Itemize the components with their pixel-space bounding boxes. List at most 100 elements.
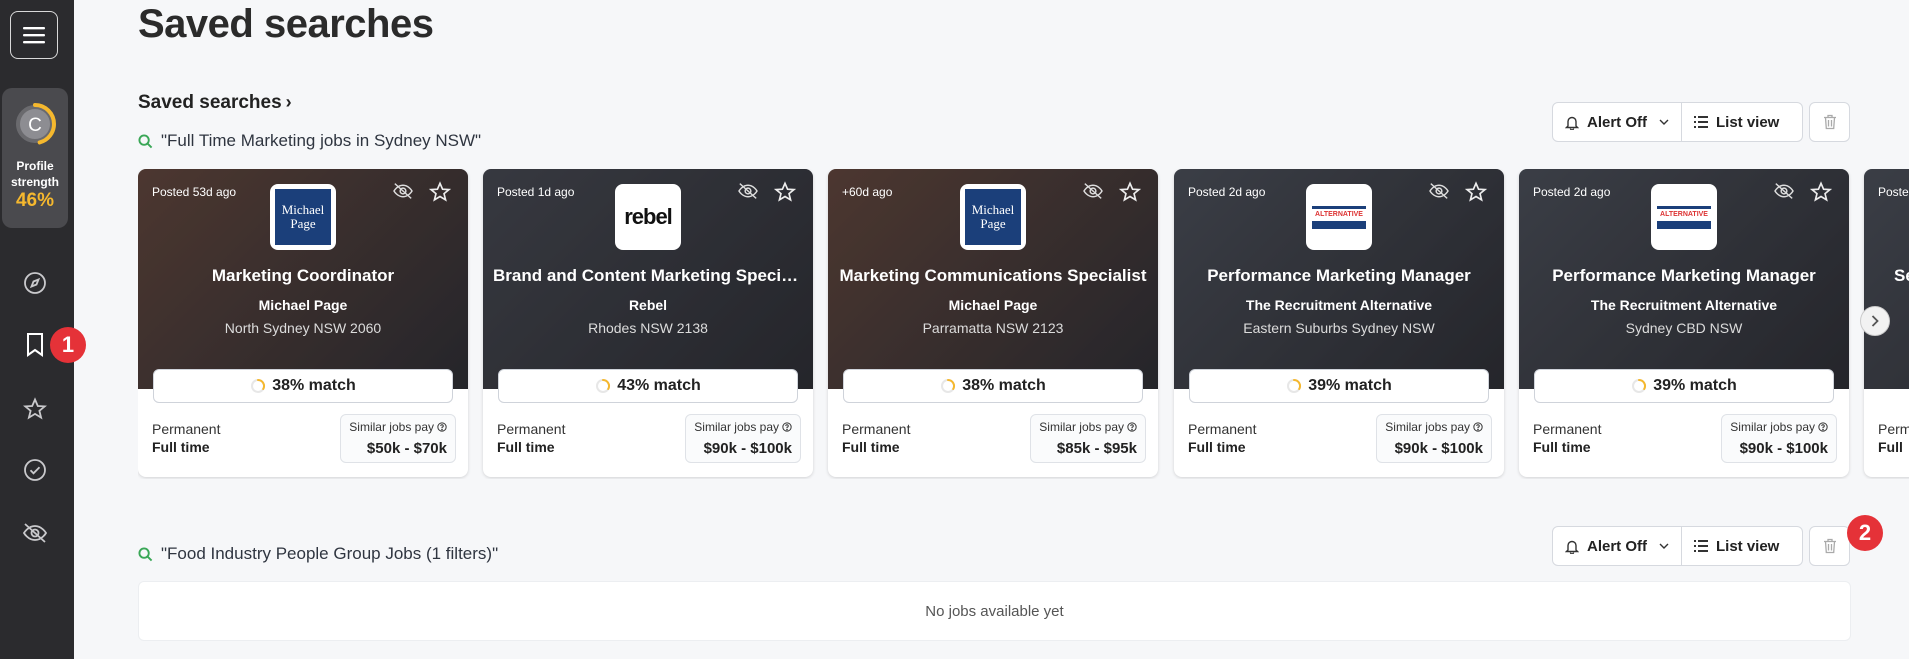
list-view-button[interactable]: List view bbox=[1682, 526, 1803, 566]
search-1-controls: Alert Off List view bbox=[1552, 102, 1850, 142]
match-spinner-icon bbox=[596, 379, 611, 393]
delete-search-button[interactable] bbox=[1809, 526, 1850, 566]
alert-toggle-dropdown[interactable]: Alert Off bbox=[1552, 102, 1682, 142]
save-job-button[interactable] bbox=[428, 181, 452, 208]
match-badge: 39% match bbox=[1534, 369, 1834, 403]
company-logo: ALTERNATIVE bbox=[1306, 184, 1372, 250]
work-type: Permanent bbox=[842, 421, 911, 437]
eye-off-icon bbox=[1083, 183, 1103, 199]
hide-job-button[interactable] bbox=[392, 182, 414, 205]
match-badge: 39% match bbox=[1189, 369, 1489, 403]
pay-range: $90k - $100k bbox=[1394, 440, 1483, 457]
search-icon bbox=[138, 546, 153, 561]
bell-icon bbox=[1565, 116, 1579, 130]
eye-off-icon bbox=[1429, 183, 1449, 199]
work-time: Full bbox=[1878, 439, 1903, 455]
saved-searches-link[interactable]: Saved searches › bbox=[138, 92, 292, 114]
search-icon bbox=[138, 133, 153, 148]
company-logo-mark: rebel bbox=[624, 204, 673, 229]
save-job-button[interactable] bbox=[773, 181, 797, 208]
work-type: Permanent bbox=[1188, 421, 1257, 437]
eye-off-icon bbox=[1774, 183, 1794, 199]
similar-jobs-pay[interactable]: Similar jobs pay $85k - $95k bbox=[1030, 414, 1146, 463]
help-icon bbox=[1127, 422, 1137, 432]
match-badge: 38% match bbox=[153, 369, 453, 403]
hide-job-button[interactable] bbox=[1773, 182, 1795, 205]
list-view-button[interactable]: List view bbox=[1682, 102, 1803, 142]
check-circle-icon bbox=[24, 459, 46, 481]
menu-button[interactable] bbox=[10, 11, 58, 59]
eye-off-icon bbox=[738, 183, 758, 199]
nav-hidden[interactable] bbox=[20, 518, 50, 548]
match-spinner-icon bbox=[1632, 379, 1647, 393]
job-title[interactable]: Marketing Communications Specialist bbox=[828, 266, 1158, 286]
save-job-button[interactable] bbox=[1118, 181, 1142, 208]
help-icon bbox=[1473, 422, 1483, 432]
hide-job-button[interactable] bbox=[1082, 182, 1104, 205]
company-logo-mark: Michael Page bbox=[965, 189, 1021, 245]
eye-off-icon bbox=[22, 523, 48, 543]
profile-strength-label: Profile strength bbox=[11, 159, 59, 189]
job-title[interactable]: Performance Marketing Manager bbox=[1519, 266, 1849, 286]
similar-jobs-pay[interactable]: Similar jobs pay $90k - $100k bbox=[685, 414, 801, 463]
pay-range: $50k - $70k bbox=[366, 440, 447, 457]
profile-strength-percent: 46% bbox=[15, 190, 55, 211]
search-query-1[interactable]: "Full Time Marketing jobs in Sydney NSW" bbox=[138, 131, 481, 151]
alert-toggle-dropdown[interactable]: Alert Off bbox=[1552, 526, 1682, 566]
job-card[interactable]: Posted 2d ago ALTERNATIVE Performance Mark… bbox=[1174, 169, 1504, 477]
star-icon bbox=[1464, 181, 1488, 202]
posted-date: Poste bbox=[1878, 185, 1909, 199]
job-title[interactable]: Se bbox=[1864, 266, 1909, 286]
job-card[interactable]: Posted 2d ago ALTERNATIVE Performance Mark… bbox=[1519, 169, 1849, 477]
carousel-next-button[interactable] bbox=[1860, 306, 1890, 336]
help-icon bbox=[782, 422, 792, 432]
save-job-button[interactable] bbox=[1809, 181, 1833, 208]
job-title[interactable]: Performance Marketing Manager bbox=[1174, 266, 1504, 286]
similar-jobs-pay[interactable]: Similar jobs pay $90k - $100k bbox=[1376, 414, 1492, 463]
pay-range: $85k - $95k bbox=[1056, 440, 1137, 457]
save-job-button[interactable] bbox=[1464, 181, 1488, 208]
similar-jobs-pay[interactable]: Similar jobs pay $90k - $100k bbox=[1721, 414, 1837, 463]
company-logo: Michael Page bbox=[960, 184, 1026, 250]
posted-date: +60d ago bbox=[842, 185, 893, 199]
nav-saved-jobs[interactable] bbox=[20, 394, 50, 424]
job-title[interactable]: Marketing Coordinator bbox=[138, 266, 468, 286]
job-location: North Sydney NSW 2060 bbox=[224, 320, 382, 336]
step-badge-2: 2 bbox=[1847, 515, 1883, 551]
chevron-down-icon bbox=[1659, 119, 1669, 125]
job-location: Parramatta NSW 2123 bbox=[922, 320, 1064, 336]
company-name: Michael Page bbox=[258, 297, 348, 313]
nav-explore[interactable] bbox=[20, 268, 50, 298]
work-type: Permanent bbox=[497, 421, 566, 437]
delete-search-button[interactable] bbox=[1809, 102, 1850, 142]
hide-job-button[interactable] bbox=[1428, 182, 1450, 205]
sidebar: C Profile strength 46% 1 bbox=[0, 0, 86, 659]
company-logo: ALTERNATIVE bbox=[1651, 184, 1717, 250]
trash-icon bbox=[1823, 538, 1836, 554]
job-title[interactable]: Brand and Content Marketing Specia... bbox=[483, 266, 813, 286]
search-query-2[interactable]: "Food Industry People Group Jobs (1 filt… bbox=[138, 544, 498, 564]
hide-job-button[interactable] bbox=[737, 182, 759, 205]
company-name: The Recruitment Alternative bbox=[1590, 297, 1778, 313]
nav-saved-searches[interactable] bbox=[20, 330, 50, 360]
nav-applied[interactable] bbox=[20, 455, 50, 485]
match-spinner-icon bbox=[1287, 379, 1302, 393]
chevron-down-icon bbox=[1659, 543, 1669, 549]
job-card[interactable]: Posted 1d ago rebel Brand and Content Mark… bbox=[483, 169, 813, 477]
star-icon bbox=[1118, 181, 1142, 202]
job-card[interactable]: Posted 53d ago Michael Page Marketing Coor… bbox=[138, 169, 468, 477]
company-logo-mark: Michael Page bbox=[275, 189, 331, 245]
empty-results: No jobs available yet bbox=[138, 581, 1851, 641]
job-cards-carousel: Posted 53d ago Michael Page Marketing Coor… bbox=[138, 169, 1909, 479]
match-badge: 43% match bbox=[498, 369, 798, 403]
posted-date: Posted 2d ago bbox=[1533, 185, 1611, 199]
pay-range: $90k - $100k bbox=[1739, 440, 1828, 457]
job-location: Rhodes NSW 2138 bbox=[588, 320, 708, 336]
match-spinner-icon bbox=[251, 379, 266, 393]
profile-strength[interactable]: C Profile strength 46% bbox=[2, 88, 68, 228]
chevron-right-icon: › bbox=[285, 92, 292, 112]
work-time: Full time bbox=[1533, 439, 1591, 455]
job-card[interactable]: +60d ago Michael Page Marketing Communicat… bbox=[828, 169, 1158, 477]
compass-icon bbox=[24, 272, 46, 294]
similar-jobs-pay[interactable]: Similar jobs pay $50k - $70k bbox=[340, 414, 456, 463]
